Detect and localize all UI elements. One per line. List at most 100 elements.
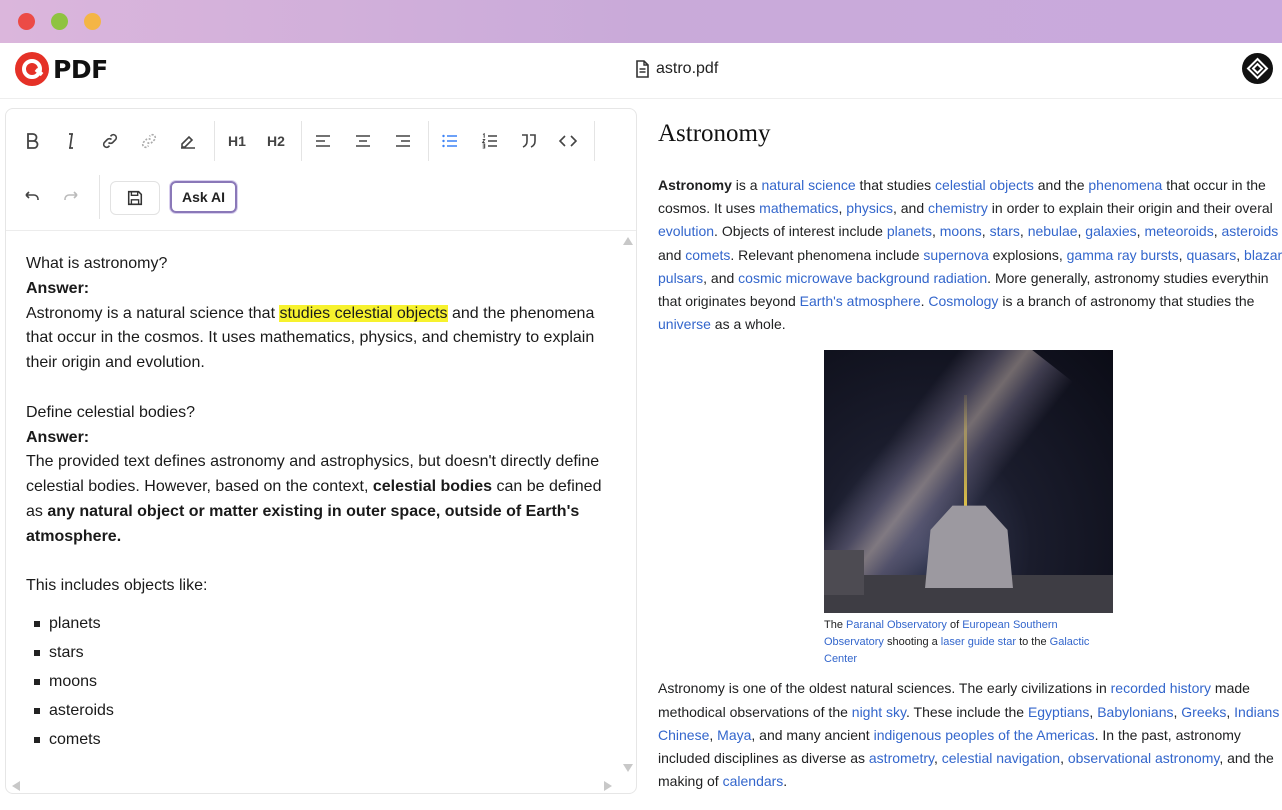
answer-label: Answer: [26,428,90,446]
align-center-icon [356,135,370,147]
figure-caption: The Paranal Observatory of European Sout… [824,619,1090,666]
article-link[interactable]: Chinese [658,727,709,743]
article-link[interactable]: galaxies [1085,223,1136,239]
maximize-window-button[interactable] [84,13,101,30]
code-button[interactable] [553,126,583,156]
article-link[interactable]: gamma ray bursts [1067,247,1179,263]
redo-button[interactable] [56,182,86,212]
caption-link[interactable]: Paranal Observatory [846,619,947,631]
code-icon [558,135,578,147]
logo-text: PDF [53,54,108,84]
article-link[interactable]: Babylonians [1097,704,1173,720]
clear-format-button[interactable] [173,126,203,156]
unlink-button[interactable] [134,126,164,156]
save-icon [127,190,143,206]
blockquote-button[interactable] [514,126,544,156]
close-window-button[interactable] [18,13,35,30]
article-link[interactable]: evolution [658,223,714,239]
save-button[interactable] [110,181,160,215]
scroll-down-arrow[interactable] [623,764,633,772]
italic-button[interactable] [56,126,86,156]
article-link[interactable]: Greeks [1181,704,1226,720]
highlighted-text: studies celestial objects [279,304,448,322]
numbered-list-icon [481,132,497,149]
article-link[interactable]: astrometry [869,750,934,766]
profile-avatar[interactable] [1242,53,1273,84]
article-link[interactable]: pulsars [658,270,703,286]
window-titlebar [0,0,1282,43]
ask-ai-button[interactable]: Ask AI [170,181,237,213]
app-header: PDF astro.pdf [0,43,1282,99]
article-link[interactable]: night sky [852,704,906,720]
article-figure: The Paranal Observatory of European Sout… [824,350,1114,668]
article-link[interactable]: planets [887,223,932,239]
article-link[interactable]: natural science [761,177,855,193]
article-link[interactable]: Egyptians [1028,704,1089,720]
list-item: moons [26,667,606,696]
list-item: planets [26,609,606,638]
article-link[interactable]: stars [990,223,1020,239]
pdf-viewer: Astronomy Astronomy is a natural science… [658,115,1282,810]
article-link[interactable]: nebulae [1028,223,1078,239]
scroll-right-arrow[interactable] [604,781,612,791]
list-item: asteroids [26,696,606,725]
article-link[interactable]: phenomena [1088,177,1162,193]
article-link[interactable]: moons [940,223,982,239]
toolbar-divider [428,121,429,161]
scroll-up-arrow[interactable] [623,237,633,245]
editor-content[interactable]: What is astronomy? Answer: Astronomy is … [26,252,606,754]
bold-button[interactable] [17,126,47,156]
article-link[interactable]: Earth's atmosphere [800,293,921,309]
bullet-list-icon [442,134,457,148]
article-link[interactable]: observational astronomy [1068,750,1219,766]
link-button[interactable] [95,126,125,156]
heading1-button[interactable]: H1 [222,126,252,156]
article-link[interactable]: meteoroids [1144,223,1213,239]
article-link[interactable]: cosmic microwave background radiation [738,270,987,286]
undo-icon [25,191,39,200]
app-logo[interactable]: PDF [15,52,108,86]
object-list: planets stars moons asteroids comets [26,609,606,754]
bullet-list-button[interactable] [435,126,465,156]
article-link[interactable]: universe [658,316,711,332]
list-item: comets [26,725,606,754]
article-link[interactable]: comets [685,247,730,263]
article-link[interactable]: mathematics [759,200,838,216]
article-link[interactable]: Maya [717,727,751,743]
article-title: Astronomy [658,120,771,147]
align-left-button[interactable] [308,126,338,156]
observatory-photo[interactable] [824,350,1113,614]
answer-label: Answer: [26,279,90,297]
align-right-icon [396,135,410,147]
article-link[interactable]: Indians [1234,704,1279,720]
article-link[interactable]: celestial objects [935,177,1034,193]
article-link[interactable]: celestial navigation [942,750,1060,766]
minimize-window-button[interactable] [51,13,68,30]
align-right-button[interactable] [388,126,418,156]
scroll-left-arrow[interactable] [12,781,20,791]
article-link[interactable]: quasars [1186,247,1236,263]
quote-icon [522,134,536,148]
article-link[interactable]: recorded history [1111,680,1211,696]
question-1: What is astronomy? [26,255,168,272]
article-link[interactable]: physics [846,200,893,216]
caption-link[interactable]: laser guide star [941,636,1016,648]
article-link[interactable]: supernova [923,247,988,263]
heading2-button[interactable]: H2 [261,126,291,156]
align-center-button[interactable] [348,126,378,156]
clear-format-icon [181,135,195,149]
numbered-list-button[interactable] [475,126,505,156]
article-link[interactable]: Cosmology [928,293,998,309]
undo-button[interactable] [17,182,47,212]
article-link[interactable]: indigenous peoples of the Americas [874,727,1095,743]
question-2: Define celestial bodies? [26,403,195,421]
toolbar-divider [99,175,100,219]
article-link[interactable]: asteroids [1222,223,1279,239]
italic-icon [69,133,73,149]
unlink-icon [141,133,157,149]
toolbar-divider [594,121,595,161]
article-link[interactable]: blazar [1244,247,1282,263]
article-link[interactable]: chemistry [928,200,988,216]
article-link[interactable]: calendars [723,773,784,789]
document-icon [636,60,649,78]
